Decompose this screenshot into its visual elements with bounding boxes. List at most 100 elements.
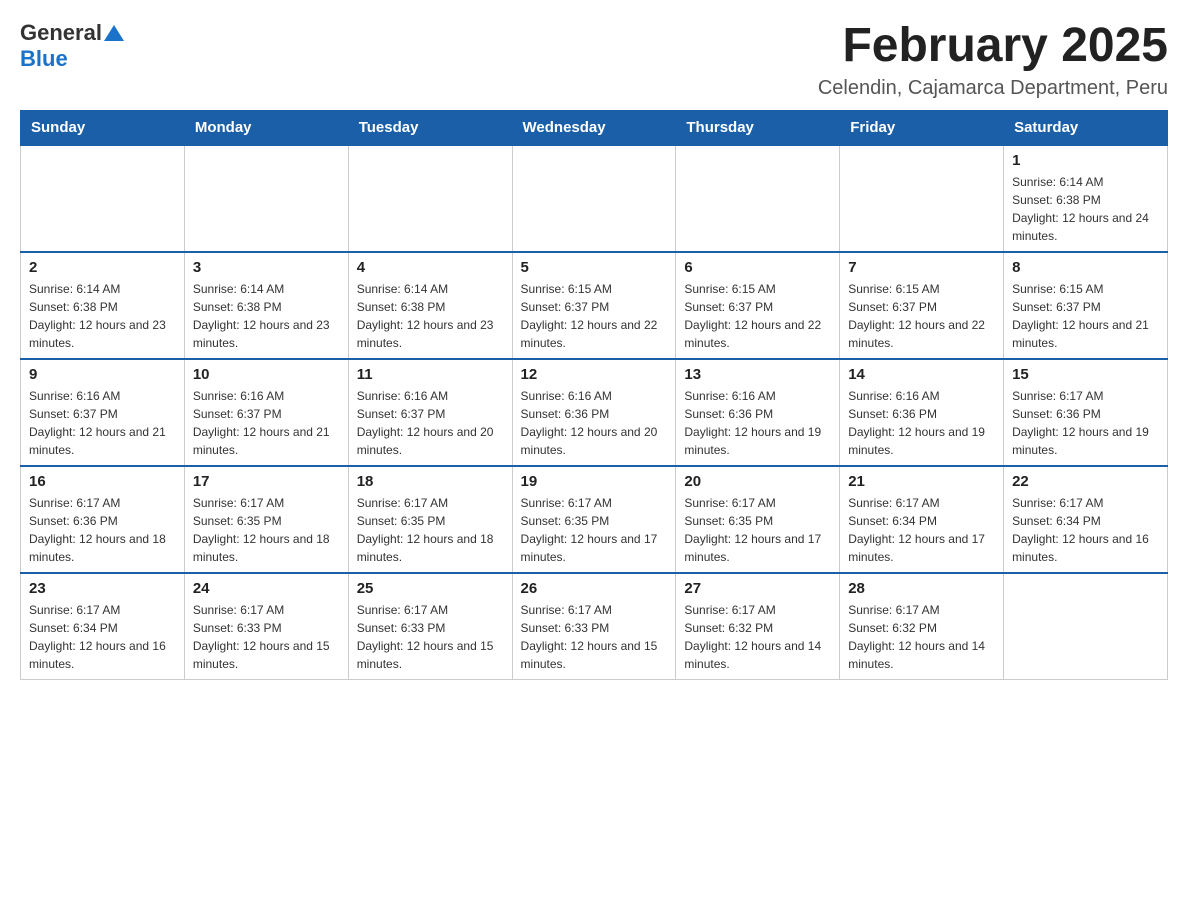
weekday-header-thursday: Thursday (676, 110, 840, 145)
day-number: 25 (357, 580, 504, 597)
calendar-cell: 13 Sunrise: 6:16 AMSunset: 6:36 PMDayligh… (676, 359, 840, 466)
day-number: 15 (1012, 366, 1159, 383)
weekday-header-wednesday: Wednesday (512, 110, 676, 145)
calendar-cell: 15 Sunrise: 6:17 AMSunset: 6:36 PMDayligh… (1004, 359, 1168, 466)
day-info: Sunrise: 6:16 AMSunset: 6:36 PMDaylight:… (521, 387, 668, 459)
calendar-cell: 9 Sunrise: 6:16 AMSunset: 6:37 PMDaylight… (21, 359, 185, 466)
day-number: 17 (193, 473, 340, 490)
day-number: 21 (848, 473, 995, 490)
calendar-cell: 25 Sunrise: 6:17 AMSunset: 6:33 PMDayligh… (348, 573, 512, 680)
day-info: Sunrise: 6:14 AMSunset: 6:38 PMDaylight:… (1012, 173, 1159, 245)
day-info: Sunrise: 6:17 AMSunset: 6:33 PMDaylight:… (193, 601, 340, 673)
day-number: 14 (848, 366, 995, 383)
week-row-1: 1Sunrise: 6:14 AMSunset: 6:38 PMDaylight… (21, 145, 1168, 252)
day-info: Sunrise: 6:17 AMSunset: 6:34 PMDaylight:… (1012, 494, 1159, 566)
week-row-3: 9 Sunrise: 6:16 AMSunset: 6:37 PMDaylight… (21, 359, 1168, 466)
day-number: 26 (521, 580, 668, 597)
day-info: Sunrise: 6:17 AMSunset: 6:35 PMDaylight:… (193, 494, 340, 566)
calendar-cell: 11Sunrise: 6:16 AMSunset: 6:37 PMDayligh… (348, 359, 512, 466)
calendar-cell: 4 Sunrise: 6:14 AMSunset: 6:38 PMDaylight… (348, 252, 512, 359)
day-info: Sunrise: 6:17 AMSunset: 6:35 PMDaylight:… (684, 494, 831, 566)
week-row-4: 16 Sunrise: 6:17 AMSunset: 6:36 PMDayligh… (21, 466, 1168, 573)
page-header: General Blue February 2025 Celendin, Caj… (20, 20, 1168, 100)
calendar-cell: 23Sunrise: 6:17 AMSunset: 6:34 PMDayligh… (21, 573, 185, 680)
day-number: 9 (29, 366, 176, 383)
day-number: 2 (29, 259, 176, 276)
calendar-cell (840, 145, 1004, 252)
day-number: 16 (29, 473, 176, 490)
day-number: 28 (848, 580, 995, 597)
weekday-header-saturday: Saturday (1004, 110, 1168, 145)
day-info: Sunrise: 6:16 AMSunset: 6:36 PMDaylight:… (684, 387, 831, 459)
day-number: 24 (193, 580, 340, 597)
day-info: Sunrise: 6:16 AMSunset: 6:36 PMDaylight:… (848, 387, 995, 459)
calendar-cell: 22 Sunrise: 6:17 AMSunset: 6:34 PMDayligh… (1004, 466, 1168, 573)
calendar-cell: 6Sunrise: 6:15 AMSunset: 6:37 PMDaylight… (676, 252, 840, 359)
calendar-cell: 5 Sunrise: 6:15 AMSunset: 6:37 PMDaylight… (512, 252, 676, 359)
calendar-cell (512, 145, 676, 252)
day-info: Sunrise: 6:17 AMSunset: 6:33 PMDaylight:… (357, 601, 504, 673)
day-number: 8 (1012, 259, 1159, 276)
calendar-cell: 17 Sunrise: 6:17 AMSunset: 6:35 PMDayligh… (184, 466, 348, 573)
calendar-cell: 1Sunrise: 6:14 AMSunset: 6:38 PMDaylight… (1004, 145, 1168, 252)
day-number: 23 (29, 580, 176, 597)
day-info: Sunrise: 6:15 AMSunset: 6:37 PMDaylight:… (848, 280, 995, 352)
month-title: February 2025 (818, 20, 1168, 73)
calendar-cell: 27 Sunrise: 6:17 AMSunset: 6:32 PMDayligh… (676, 573, 840, 680)
calendar-cell (348, 145, 512, 252)
day-number: 6 (684, 259, 831, 276)
day-number: 11 (357, 366, 504, 383)
calendar-cell: 16 Sunrise: 6:17 AMSunset: 6:36 PMDayligh… (21, 466, 185, 573)
day-number: 27 (684, 580, 831, 597)
day-number: 18 (357, 473, 504, 490)
day-info: Sunrise: 6:15 AMSunset: 6:37 PMDaylight:… (1012, 280, 1159, 352)
day-info: Sunrise: 6:17 AMSunset: 6:34 PMDaylight:… (848, 494, 995, 566)
day-number: 3 (193, 259, 340, 276)
calendar-cell: 21 Sunrise: 6:17 AMSunset: 6:34 PMDayligh… (840, 466, 1004, 573)
calendar-cell: 2 Sunrise: 6:14 AMSunset: 6:38 PMDaylight… (21, 252, 185, 359)
day-info: Sunrise: 6:14 AMSunset: 6:38 PMDaylight:… (193, 280, 340, 352)
calendar-cell: 19Sunrise: 6:17 AMSunset: 6:35 PMDayligh… (512, 466, 676, 573)
day-info: Sunrise: 6:16 AMSunset: 6:37 PMDaylight:… (29, 387, 176, 459)
weekday-header-sunday: Sunday (21, 110, 185, 145)
calendar-cell: 7Sunrise: 6:15 AMSunset: 6:37 PMDaylight… (840, 252, 1004, 359)
day-info: Sunrise: 6:15 AMSunset: 6:37 PMDaylight:… (521, 280, 668, 352)
calendar-cell: 18Sunrise: 6:17 AMSunset: 6:35 PMDayligh… (348, 466, 512, 573)
calendar-cell: 24 Sunrise: 6:17 AMSunset: 6:33 PMDayligh… (184, 573, 348, 680)
logo-triangle-icon (104, 25, 124, 41)
weekday-header-tuesday: Tuesday (348, 110, 512, 145)
day-number: 4 (357, 259, 504, 276)
day-info: Sunrise: 6:14 AMSunset: 6:38 PMDaylight:… (29, 280, 176, 352)
day-info: Sunrise: 6:14 AMSunset: 6:38 PMDaylight:… (357, 280, 504, 352)
week-row-2: 2 Sunrise: 6:14 AMSunset: 6:38 PMDaylight… (21, 252, 1168, 359)
day-info: Sunrise: 6:16 AMSunset: 6:37 PMDaylight:… (193, 387, 340, 459)
calendar-cell: 20Sunrise: 6:17 AMSunset: 6:35 PMDayligh… (676, 466, 840, 573)
calendar-cell (1004, 573, 1168, 680)
day-info: Sunrise: 6:17 AMSunset: 6:32 PMDaylight:… (848, 601, 995, 673)
calendar-cell: 14 Sunrise: 6:16 AMSunset: 6:36 PMDayligh… (840, 359, 1004, 466)
calendar-cell (184, 145, 348, 252)
day-number: 22 (1012, 473, 1159, 490)
calendar-cell: 28 Sunrise: 6:17 AMSunset: 6:32 PMDayligh… (840, 573, 1004, 680)
weekday-header-monday: Monday (184, 110, 348, 145)
day-info: Sunrise: 6:17 AMSunset: 6:32 PMDaylight:… (684, 601, 831, 673)
day-info: Sunrise: 6:17 AMSunset: 6:35 PMDaylight:… (521, 494, 668, 566)
day-info: Sunrise: 6:17 AMSunset: 6:36 PMDaylight:… (1012, 387, 1159, 459)
logo-general-text: General (20, 20, 102, 46)
calendar-cell: 3 Sunrise: 6:14 AMSunset: 6:38 PMDaylight… (184, 252, 348, 359)
calendar-table: SundayMondayTuesdayWednesdayThursdayFrid… (20, 110, 1168, 680)
calendar-cell: 8 Sunrise: 6:15 AMSunset: 6:37 PMDaylight… (1004, 252, 1168, 359)
location-title: Celendin, Cajamarca Department, Peru (818, 77, 1168, 100)
day-number: 10 (193, 366, 340, 383)
logo: General Blue (20, 20, 124, 72)
day-number: 5 (521, 259, 668, 276)
logo-blue-text: Blue (20, 46, 68, 71)
calendar-cell (676, 145, 840, 252)
calendar-cell (21, 145, 185, 252)
weekday-header-row: SundayMondayTuesdayWednesdayThursdayFrid… (21, 110, 1168, 145)
title-section: February 2025 Celendin, Cajamarca Depart… (818, 20, 1168, 100)
day-number: 13 (684, 366, 831, 383)
calendar-cell: 26Sunrise: 6:17 AMSunset: 6:33 PMDayligh… (512, 573, 676, 680)
day-info: Sunrise: 6:17 AMSunset: 6:36 PMDaylight:… (29, 494, 176, 566)
calendar-cell: 12Sunrise: 6:16 AMSunset: 6:36 PMDayligh… (512, 359, 676, 466)
